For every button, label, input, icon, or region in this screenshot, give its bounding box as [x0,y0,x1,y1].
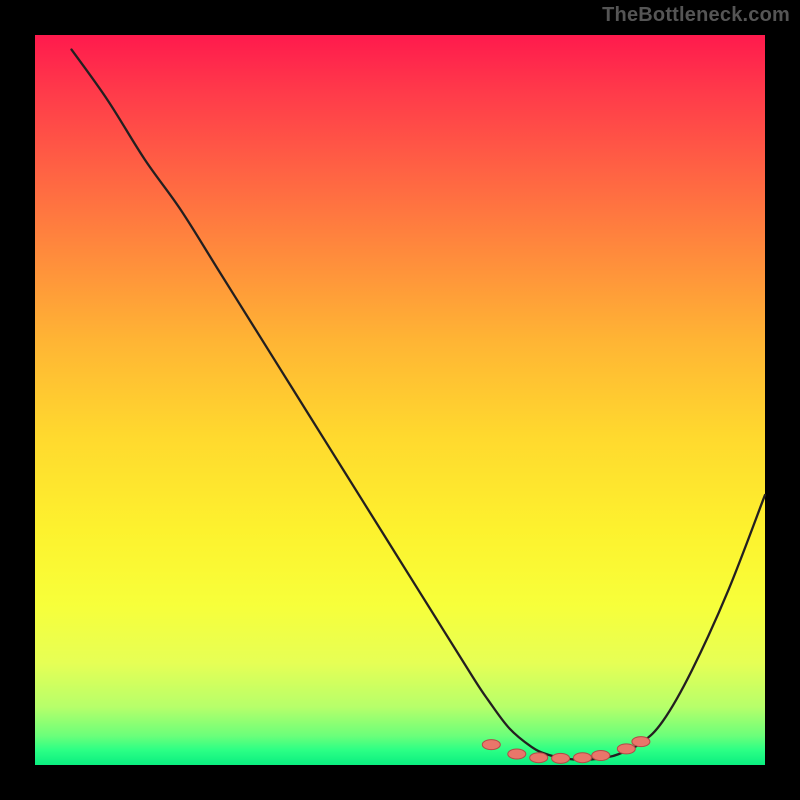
attribution-label: TheBottleneck.com [602,4,790,27]
optimal-marker [574,753,592,763]
optimal-marker [592,751,610,761]
optimal-markers-group [482,737,650,764]
plot-area [35,35,765,765]
optimal-marker [632,737,650,747]
chart-container: TheBottleneck.com [0,0,800,800]
bottleneck-curve-line [72,50,766,760]
optimal-marker [530,753,548,763]
optimal-marker [508,749,526,759]
curve-svg [35,35,765,765]
optimal-marker [617,744,635,754]
optimal-marker [482,740,500,750]
optimal-marker [552,753,570,763]
